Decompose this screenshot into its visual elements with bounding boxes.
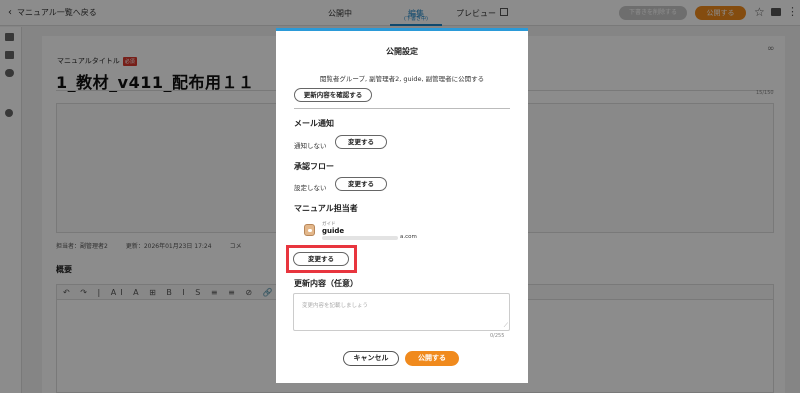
notes-placeholder: 変更内容を記載しましょう [302, 303, 369, 309]
publish-settings-modal: 公開設定 閲覧者グループ, 副管理者2, guide, 副管理者に公開する 更新… [276, 28, 528, 383]
change-owner-button[interactable]: 変更する [293, 252, 349, 266]
mail-section-title: メール通知 [294, 119, 334, 128]
owner-name: guide [322, 227, 345, 235]
publish-button[interactable]: 公開する [405, 351, 459, 366]
owner-entry: ガイド guide a.com [304, 221, 454, 243]
notes-counter: 0/255 [490, 333, 505, 339]
resize-grip-icon[interactable]: ⟋ [504, 323, 508, 329]
review-changes-button[interactable]: 更新内容を確認する [294, 88, 372, 102]
flow-section-title: 承認フロー [294, 162, 334, 171]
modal-title: 公開設定 [386, 47, 418, 56]
notes-textarea[interactable]: 変更内容を記載しましょう ⟋ [293, 293, 510, 331]
flow-value: 設定しない [294, 184, 327, 192]
mail-value: 通知しない [294, 142, 327, 150]
change-mail-button[interactable]: 変更する [335, 135, 387, 149]
publish-target-text: 閲覧者グループ, 副管理者2, guide, 副管理者に公開する [319, 75, 485, 83]
cancel-button[interactable]: キャンセル [343, 351, 399, 366]
change-flow-button[interactable]: 変更する [335, 177, 387, 191]
notes-section-title: 更新内容（任意） [294, 279, 358, 288]
owner-email-redacted [322, 236, 398, 240]
divider [294, 108, 510, 109]
avatar [304, 224, 315, 236]
owner-section-title: マニュアル担当者 [294, 204, 358, 213]
owner-email-suffix: a.com [400, 234, 417, 240]
